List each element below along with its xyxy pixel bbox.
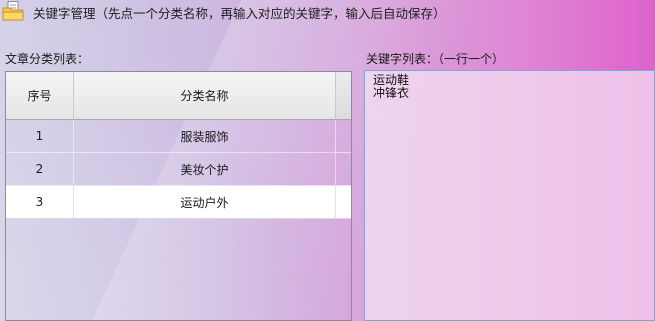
column-header-name[interactable]: 分类名称 [74,72,336,120]
row-seq-cell: 2 [6,153,74,186]
table-row[interactable]: 1 服装服饰 [6,120,351,153]
row-name-cell[interactable]: 美妆个护 [74,153,336,186]
category-grid[interactable]: 序号 分类名称 1 服装服饰 2 美妆个护 3 运动户外 [5,71,352,321]
table-row-selected[interactable]: 3 运动户外 [6,186,351,219]
row-name-cell[interactable]: 运动户外 [74,186,336,219]
row-filler-cell [336,186,351,219]
row-seq-cell: 1 [6,120,74,153]
title-bar: 关键字管理（先点一个分类名称，再输入对应的关键字，输入后自动保存） [0,0,655,24]
row-filler-cell [336,153,351,186]
keyword-textarea[interactable]: 运动鞋 冲锋衣 [364,70,655,321]
keyword-list-label: 关键字列表：（一行一个） [366,52,505,66]
column-header-seq[interactable]: 序号 [6,72,74,120]
table-row[interactable]: 2 美妆个护 [6,153,351,186]
grid-header: 序号 分类名称 [6,72,351,120]
column-header-filler [336,72,351,120]
category-list-label: 文章分类列表： [5,52,90,66]
row-filler-cell [336,120,351,153]
folder-note-icon [2,1,24,21]
row-seq-cell: 3 [6,186,74,219]
row-name-cell[interactable]: 服装服饰 [74,120,336,153]
window-title: 关键字管理（先点一个分类名称，再输入对应的关键字，输入后自动保存） [33,6,446,21]
